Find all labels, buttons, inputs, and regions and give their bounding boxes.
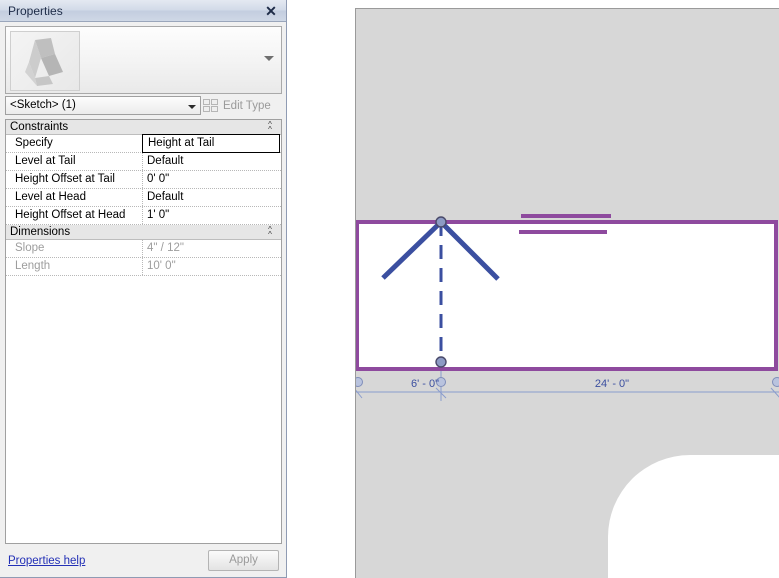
dimension-label-right[interactable]: 24' - 0": [448, 378, 776, 390]
property-row-height-offset-at-tail[interactable]: Height Offset at Tail 0' 0": [6, 171, 281, 189]
property-group-label: Constraints: [10, 121, 69, 133]
property-row-length: Length 10' 0": [6, 258, 281, 276]
type-selector[interactable]: [5, 26, 282, 94]
property-value-input[interactable]: 1' 0": [143, 207, 281, 224]
palette-titlebar[interactable]: Properties ✕: [0, 0, 286, 22]
double-chevron-up-icon[interactable]: ^ ^: [265, 121, 275, 134]
property-row-specify[interactable]: Specify Height at Tail: [6, 134, 281, 153]
dimension-tick: [356, 389, 363, 399]
palette-footer: Properties help Apply: [0, 547, 287, 577]
property-value-input[interactable]: Default: [143, 189, 281, 206]
property-value: 10' 0": [147, 260, 176, 272]
property-name: Level at Tail: [6, 153, 143, 170]
chevron-down-icon[interactable]: [264, 56, 274, 61]
property-name: Length: [6, 258, 143, 275]
page-title: Properties: [8, 4, 63, 18]
type-selector-combobox[interactable]: <Sketch> (1): [5, 96, 201, 115]
property-group-header-constraints[interactable]: Constraints ^ ^: [6, 120, 281, 135]
property-row-level-at-head[interactable]: Level at Head Default: [6, 189, 281, 207]
property-name: Height Offset at Head: [6, 207, 143, 224]
property-value-input[interactable]: 0' 0": [143, 171, 281, 188]
property-row-slope: Slope 4" / 12": [6, 240, 281, 258]
property-grid[interactable]: Constraints ^ ^ Specify Height at Tail Le…: [5, 119, 282, 544]
double-chevron-up-icon[interactable]: ^ ^: [265, 226, 275, 239]
drawing-canvas[interactable]: 6' - 0" 24' - 0": [355, 8, 779, 578]
property-name: Specify: [6, 135, 143, 152]
close-icon[interactable]: ✕: [262, 2, 280, 20]
property-row-level-at-tail[interactable]: Level at Tail Default: [6, 153, 281, 171]
application-window: 6' - 0" 24' - 0" Properties ✕ <Sketch> (…: [0, 0, 779, 578]
property-value: 4" / 12": [147, 242, 184, 254]
dimension-grip-start[interactable]: [356, 377, 363, 387]
property-name: Level at Head: [6, 189, 143, 206]
property-row-height-offset-at-head[interactable]: Height Offset at Head 1' 0": [6, 207, 281, 225]
property-group-header-dimensions[interactable]: Dimensions ^ ^: [6, 225, 281, 240]
properties-help-link[interactable]: Properties help: [8, 555, 85, 567]
property-group-label: Dimensions: [10, 226, 71, 238]
chevron-down-icon[interactable]: [188, 105, 196, 109]
edit-type-label: Edit Type: [223, 99, 271, 112]
dimension-string[interactable]: [356, 9, 779, 578]
edit-type-button[interactable]: Edit Type: [203, 96, 283, 115]
property-value-input[interactable]: Height at Tail: [142, 134, 280, 153]
property-name: Height Offset at Tail: [6, 171, 143, 188]
apply-button[interactable]: Apply: [208, 550, 279, 571]
property-name: Slope: [6, 240, 143, 257]
properties-palette: Properties ✕ <Sketch> (1) Edit Type Cons…: [0, 0, 287, 578]
property-value-input[interactable]: Default: [143, 153, 281, 170]
sketch-preview-thumbnail: [10, 31, 80, 91]
edit-type-grid-icon: [203, 98, 219, 113]
preview-geometry-icon: [25, 38, 63, 86]
